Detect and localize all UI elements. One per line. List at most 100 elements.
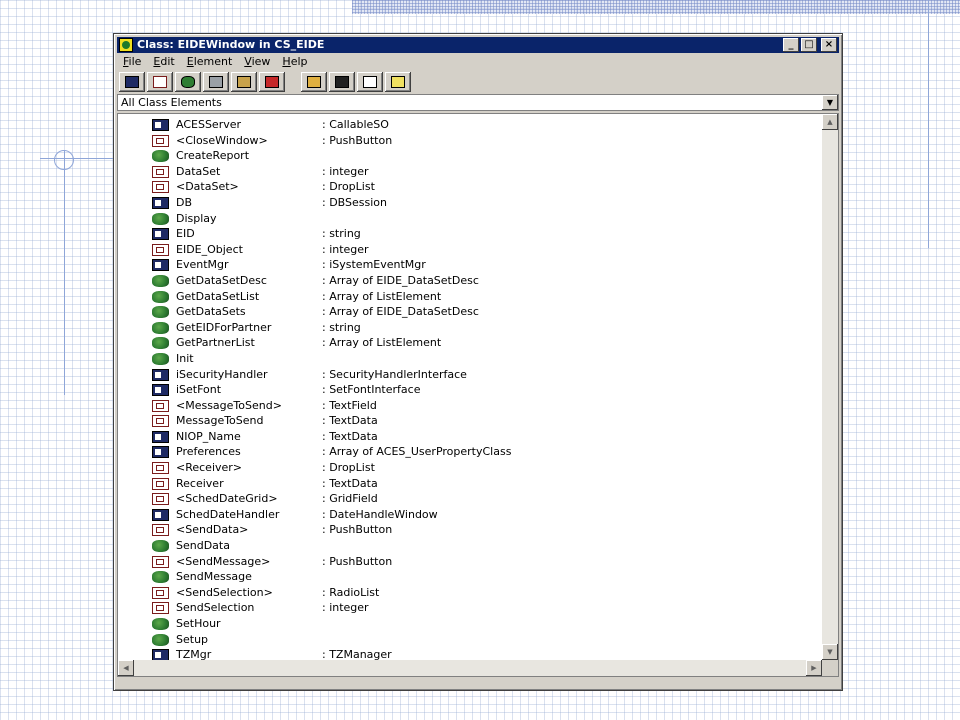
new-widget-icon [153, 76, 167, 88]
new-widget-button[interactable] [147, 72, 173, 92]
menu-file[interactable]: File [117, 54, 147, 70]
element-name: EID [176, 227, 195, 241]
attribute-icon [152, 508, 169, 521]
scroll-left-icon[interactable]: ◀ [118, 660, 134, 676]
widget-icon [152, 462, 169, 475]
element-name: Display [176, 211, 217, 225]
element-name: <MessageToSend> [176, 398, 282, 412]
menu-edit[interactable]: Edit [147, 54, 180, 70]
properties-button[interactable] [357, 72, 383, 92]
element-name: <SendSelection> [176, 585, 273, 599]
element-name: <SchedDateGrid> [176, 492, 278, 506]
element-name: EventMgr [176, 258, 229, 272]
minimize-button[interactable]: _ [783, 38, 799, 52]
method-icon [152, 352, 169, 365]
save-button[interactable] [329, 72, 355, 92]
element-name: Preferences [176, 445, 241, 459]
new-method-icon [181, 76, 195, 88]
element-name: MessageToSend [176, 414, 264, 428]
element-name: DB [176, 195, 193, 209]
element-type: : SecurityHandlerInterface [322, 367, 467, 381]
element-name: <SendMessage> [176, 554, 271, 568]
class-window: Class: EIDEWindow in CS_EIDE _ □ × File … [113, 33, 843, 691]
save-icon [335, 76, 349, 88]
scroll-down-icon[interactable]: ▼ [822, 644, 838, 660]
widget-icon [152, 602, 169, 615]
element-type: : integer [322, 164, 369, 178]
decor-horizontal-line [40, 158, 114, 159]
element-type: : Array of EIDE_DataSetDesc [322, 305, 479, 319]
element-name: CreateReport [176, 149, 250, 163]
properties-icon [363, 76, 377, 88]
element-name: SchedDateHandler [176, 507, 280, 521]
element-type: : iSystemEventMgr [322, 258, 426, 272]
element-name: Receiver [176, 476, 224, 490]
widget-icon [152, 524, 169, 537]
new-event-button[interactable] [203, 72, 229, 92]
element-name: SetHour [176, 617, 221, 630]
help-icon [391, 76, 405, 88]
attribute-icon [152, 368, 169, 381]
element-type: : TextData [322, 476, 378, 490]
menu-bar: File Edit Element View Help [117, 54, 839, 70]
new-handler-button[interactable] [231, 72, 257, 92]
vertical-scrollbar[interactable]: ▲ ▼ [822, 114, 838, 660]
method-icon [152, 337, 169, 350]
decor-vertical-line [64, 150, 65, 395]
element-name: DataSet [176, 164, 221, 178]
horizontal-scrollbar[interactable]: ◀ ▶ [118, 660, 822, 676]
maximize-button[interactable]: □ [801, 38, 817, 52]
element-name: GetDataSetDesc [176, 273, 267, 287]
element-type: : TextData [322, 414, 378, 428]
element-name: SendData [176, 539, 230, 553]
element-type: : PushButton [322, 554, 393, 568]
element-name: GetEIDForPartner [176, 320, 272, 334]
method-icon [152, 150, 169, 163]
decor-right-line [928, 0, 929, 248]
method-icon [152, 306, 169, 319]
new-constant-button[interactable] [259, 72, 285, 92]
element-type: : PushButton [322, 133, 393, 147]
element-name: Init [176, 351, 194, 365]
element-type: : string [322, 227, 361, 241]
class-elements-list[interactable]: ACESServer: CallableSO <CloseWindow>: Pus… [117, 113, 839, 677]
element-type: : PushButton [322, 523, 393, 537]
method-icon [152, 618, 169, 630]
scroll-up-icon[interactable]: ▲ [822, 114, 838, 130]
element-name: GetPartnerList [176, 336, 255, 350]
menu-help[interactable]: Help [276, 54, 313, 70]
widget-icon [152, 493, 169, 506]
method-icon [152, 290, 169, 303]
element-type: : DropList [322, 461, 375, 475]
background-top-band [352, 0, 960, 14]
method-icon [152, 633, 169, 646]
new-attribute-button[interactable] [119, 72, 145, 92]
element-type: : TextField [322, 398, 377, 412]
widget-icon [152, 555, 169, 568]
new-handler-icon [237, 76, 251, 88]
menu-element[interactable]: Element [181, 54, 239, 70]
close-button[interactable]: × [821, 38, 837, 52]
element-type: : Array of ListElement [322, 336, 442, 350]
method-icon [152, 212, 169, 225]
dropdown-arrow-icon[interactable]: ▼ [822, 95, 838, 110]
decor-circle [54, 150, 74, 170]
scroll-right-icon[interactable]: ▶ [806, 660, 822, 676]
widget-icon [152, 399, 169, 412]
widget-icon [152, 243, 169, 256]
help-button[interactable] [385, 72, 411, 92]
open-icon [307, 76, 321, 88]
element-type: : string [322, 320, 361, 334]
scrollbar-corner [822, 660, 838, 676]
widget-icon [152, 415, 169, 428]
element-type: : DateHandleWindow [322, 507, 438, 521]
title-bar[interactable]: Class: EIDEWindow in CS_EIDE _ □ × [117, 37, 839, 53]
window-controls: _ □ × [783, 38, 837, 52]
new-method-button[interactable] [175, 72, 201, 92]
element-type: : Array of EIDE_DataSetDesc [322, 273, 479, 287]
element-filter-select[interactable]: All Class Elements ▼ [117, 94, 839, 111]
element-type: : Array of ListElement [322, 289, 442, 303]
open-button[interactable] [301, 72, 327, 92]
element-type: : CallableSO [322, 118, 389, 131]
menu-view[interactable]: View [238, 54, 276, 70]
